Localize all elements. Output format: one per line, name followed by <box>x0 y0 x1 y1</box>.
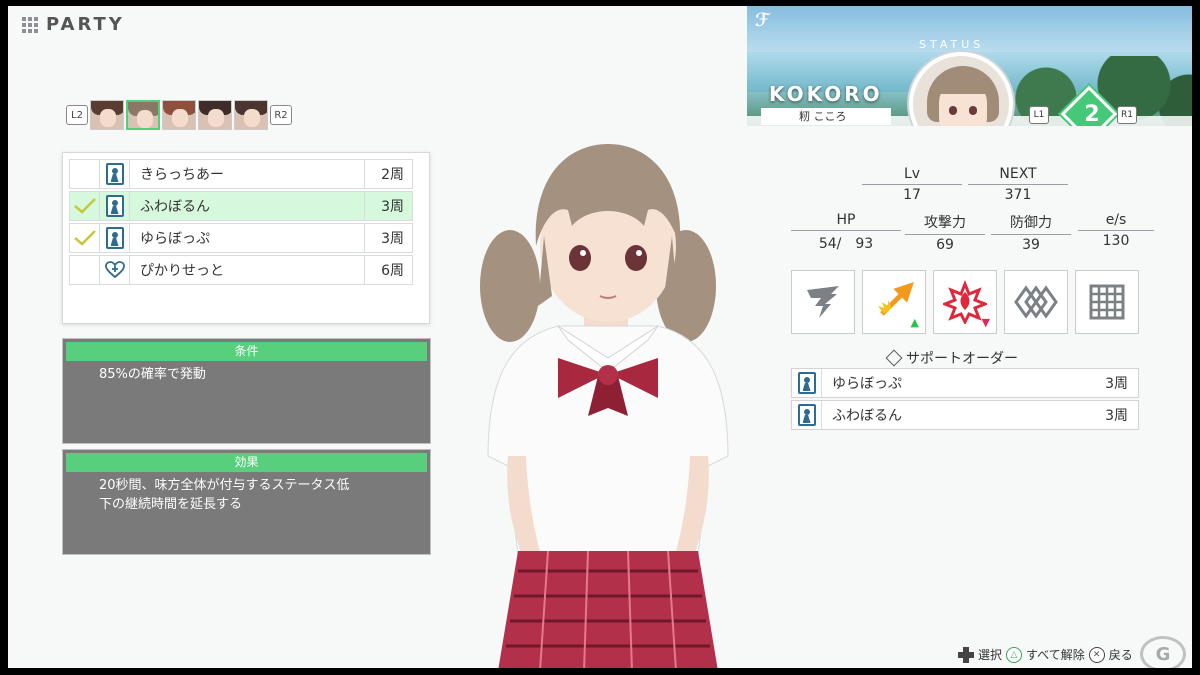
party-portrait-5[interactable] <box>234 100 268 130</box>
party-portrait-4[interactable] <box>198 100 232 130</box>
heart-plus-icon <box>104 261 125 279</box>
order-type-icon <box>797 404 816 426</box>
grid-icon <box>1089 284 1125 320</box>
stat-es: e/s 130 <box>1078 212 1154 249</box>
claw-icon <box>807 286 839 318</box>
hint-clear-all: すべて解除 <box>1026 648 1085 662</box>
effect-text: 20秒間、味方全体が付与するステータス低 下の継続時間を延長する <box>99 478 350 512</box>
support-laps: 3周 <box>1105 408 1128 424</box>
support-laps: 3周 <box>1105 376 1128 392</box>
order-row-yurapoppu[interactable]: ゆらぼっぷ 3周 <box>69 223 413 253</box>
debuff-down-icon: ▼ <box>981 316 990 329</box>
flame-burst-icon <box>943 280 987 324</box>
order-laps: 2周 <box>364 160 412 188</box>
checkmark-icon[interactable] <box>70 192 100 220</box>
condition-header: 条件 <box>66 342 427 361</box>
l2-button[interactable]: L2 <box>66 105 88 125</box>
skill-slot-4[interactable] <box>1004 270 1068 334</box>
l1-button[interactable]: L1 <box>1029 106 1049 124</box>
level-badge-value: 2 <box>1084 102 1100 126</box>
support-name: ゆらぼっぷ <box>832 376 902 392</box>
party-portrait-1[interactable] <box>90 100 124 130</box>
cross-button-icon: ✕ <box>1088 646 1105 663</box>
order-row-pikariset[interactable]: ぴかりせっと 6周 <box>69 255 413 285</box>
condition-box: 条件 85%の確率で発動 <box>62 338 431 444</box>
arrow-burst-icon <box>878 282 914 316</box>
stat-next: NEXT 371 <box>968 166 1068 203</box>
character-name-jp: 籾 こころ <box>761 108 891 125</box>
check-cell[interactable] <box>70 256 100 284</box>
character-name: KOKORO <box>769 82 883 106</box>
game-logo-icon: ℱ <box>755 10 770 31</box>
dpad-icon <box>958 646 974 663</box>
order-list-panel: きらっちあー 2周 ふわぼるん 3周 ゆらぼっぷ 3周 ぴかりせっと 6周 <box>62 152 430 324</box>
effect-box: 効果 20秒間、味方全体が付与するステータス低 下の継続時間を延長する <box>62 449 431 555</box>
order-name: ゆらぼっぷ <box>140 231 210 247</box>
status-label: STATUS <box>919 38 985 51</box>
order-name: ふわぼるん <box>140 199 210 215</box>
effect-header: 効果 <box>66 453 427 472</box>
order-row-fuwaborun[interactable]: ふわぼるん 3周 <box>69 191 413 221</box>
order-laps: 6周 <box>364 256 412 284</box>
watermark-logo-icon: G <box>1140 636 1186 668</box>
button-hints: 選択 △ すべて解除 ✕ 戻る <box>958 646 1133 663</box>
skill-slot-5[interactable] <box>1075 270 1139 334</box>
page-title: PARTY <box>46 14 125 35</box>
condition-text: 85%の確率で発動 <box>99 367 206 382</box>
skill-slot-3[interactable]: ▼ <box>933 270 997 334</box>
party-portrait-3[interactable] <box>162 100 196 130</box>
game-screen: PARTY L2 R2 きらっちあー 2周 ふわぼるん 3周 ゆらぼっぷ 3周 … <box>8 6 1192 668</box>
check-cell[interactable] <box>70 160 100 188</box>
support-name: ふわぼるん <box>832 408 902 424</box>
party-header: PARTY <box>22 14 125 35</box>
buff-up-icon: ▲ <box>910 316 919 329</box>
support-row-fuwaborun[interactable]: ふわぼるん 3周 <box>791 400 1139 430</box>
r1-button[interactable]: R1 <box>1117 106 1137 124</box>
order-name: きらっちあー <box>140 167 224 183</box>
order-type-icon <box>797 372 816 394</box>
hint-select: 選択 <box>978 648 1003 662</box>
character-illustration <box>480 144 729 668</box>
stat-hp: HP 54/ 93 <box>791 212 901 253</box>
order-row-kiracchia[interactable]: きらっちあー 2周 <box>69 159 413 189</box>
order-type-icon <box>105 227 124 249</box>
menu-grid-icon <box>22 16 38 33</box>
diamond-chain-icon <box>1014 285 1058 319</box>
stat-attack: 攻撃力 69 <box>905 212 985 253</box>
status-banner: ℱ STATUS KOKORO 籾 こころ L1 2 R1 <box>747 6 1192 126</box>
skill-slot-1[interactable] <box>791 270 855 334</box>
diamond-icon <box>885 349 903 367</box>
stat-defense: 防御力 39 <box>991 212 1071 253</box>
party-portrait-2-selected[interactable] <box>126 100 160 130</box>
order-type-icon <box>105 195 124 217</box>
support-order-title: サポートオーダー <box>885 348 1018 368</box>
hint-back: 戻る <box>1108 648 1133 662</box>
triangle-button-icon: △ <box>1006 646 1023 663</box>
support-row-yurapoppu[interactable]: ゆらぼっぷ 3周 <box>791 368 1139 398</box>
order-laps: 3周 <box>364 192 412 220</box>
party-member-switcher: L2 R2 <box>66 100 292 130</box>
r2-button[interactable]: R2 <box>270 105 292 125</box>
skill-slot-2[interactable]: ▲ <box>862 270 926 334</box>
order-laps: 3周 <box>364 224 412 252</box>
order-name: ぴかりせっと <box>140 263 224 279</box>
stat-lv: Lv 17 <box>862 166 962 203</box>
order-type-icon <box>105 163 124 185</box>
checkmark-icon[interactable] <box>70 224 100 252</box>
